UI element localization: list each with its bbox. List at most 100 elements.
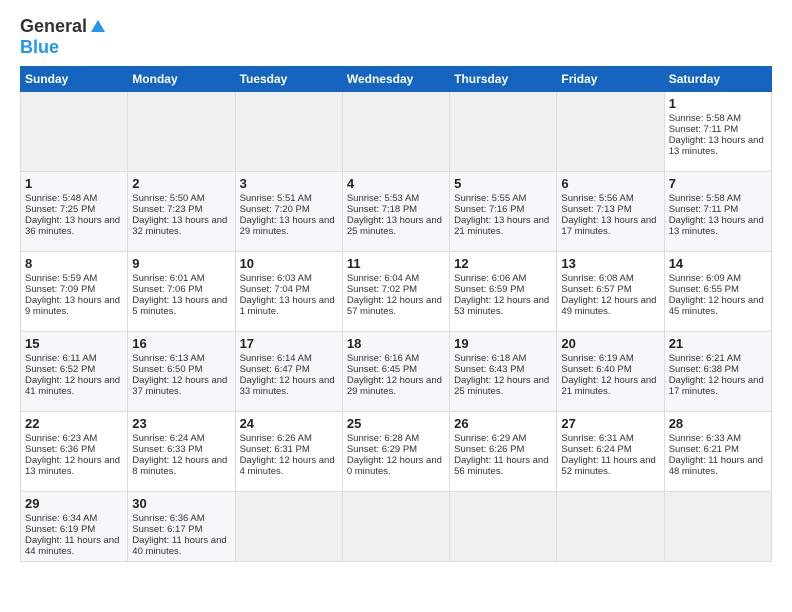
daylight-text: Daylight: 12 hours and 17 minutes. [669, 375, 767, 397]
daylight-text: Daylight: 13 hours and 32 minutes. [132, 215, 230, 237]
calendar-week-row: 15Sunrise: 6:11 AMSunset: 6:52 PMDayligh… [21, 332, 772, 412]
calendar-cell: 7Sunrise: 5:58 AMSunset: 7:11 PMDaylight… [664, 172, 771, 252]
day-header-wednesday: Wednesday [342, 67, 449, 92]
day-number: 23 [132, 416, 230, 431]
sunset-text: Sunset: 7:20 PM [240, 204, 338, 215]
day-number: 4 [347, 176, 445, 191]
calendar-week-row: 1Sunrise: 5:58 AMSunset: 7:11 PMDaylight… [21, 92, 772, 172]
calendar-cell [557, 92, 664, 172]
sunset-text: Sunset: 6:47 PM [240, 364, 338, 375]
calendar-cell: 18Sunrise: 6:16 AMSunset: 6:45 PMDayligh… [342, 332, 449, 412]
day-number: 17 [240, 336, 338, 351]
day-number: 7 [669, 176, 767, 191]
sunset-text: Sunset: 7:04 PM [240, 284, 338, 295]
calendar-cell [235, 492, 342, 562]
calendar-cell: 27Sunrise: 6:31 AMSunset: 6:24 PMDayligh… [557, 412, 664, 492]
sunrise-text: Sunrise: 6:09 AM [669, 273, 767, 284]
sunset-text: Sunset: 6:31 PM [240, 444, 338, 455]
sunset-text: Sunset: 7:11 PM [669, 204, 767, 215]
day-number: 13 [561, 256, 659, 271]
sunset-text: Sunset: 6:19 PM [25, 524, 123, 535]
calendar-cell [128, 92, 235, 172]
sunset-text: Sunset: 6:21 PM [669, 444, 767, 455]
day-number: 1 [669, 96, 767, 111]
daylight-text: Daylight: 11 hours and 56 minutes. [454, 455, 552, 477]
sunset-text: Sunset: 6:45 PM [347, 364, 445, 375]
day-number: 26 [454, 416, 552, 431]
daylight-text: Daylight: 12 hours and 25 minutes. [454, 375, 552, 397]
sunrise-text: Sunrise: 5:58 AM [669, 193, 767, 204]
sunset-text: Sunset: 6:17 PM [132, 524, 230, 535]
sunrise-text: Sunrise: 5:48 AM [25, 193, 123, 204]
calendar-cell: 29Sunrise: 6:34 AMSunset: 6:19 PMDayligh… [21, 492, 128, 562]
daylight-text: Daylight: 13 hours and 17 minutes. [561, 215, 659, 237]
daylight-text: Daylight: 13 hours and 29 minutes. [240, 215, 338, 237]
sunrise-text: Sunrise: 6:14 AM [240, 353, 338, 364]
daylight-text: Daylight: 11 hours and 48 minutes. [669, 455, 767, 477]
calendar-cell [557, 492, 664, 562]
sunset-text: Sunset: 6:24 PM [561, 444, 659, 455]
logo-general-text: General [20, 16, 87, 37]
day-number: 21 [669, 336, 767, 351]
calendar-cell: 26Sunrise: 6:29 AMSunset: 6:26 PMDayligh… [450, 412, 557, 492]
sunset-text: Sunset: 6:40 PM [561, 364, 659, 375]
day-number: 28 [669, 416, 767, 431]
day-header-sunday: Sunday [21, 67, 128, 92]
day-number: 27 [561, 416, 659, 431]
day-header-saturday: Saturday [664, 67, 771, 92]
calendar-week-row: 8Sunrise: 5:59 AMSunset: 7:09 PMDaylight… [21, 252, 772, 332]
daylight-text: Daylight: 12 hours and 21 minutes. [561, 375, 659, 397]
day-number: 25 [347, 416, 445, 431]
sunset-text: Sunset: 7:06 PM [132, 284, 230, 295]
day-header-monday: Monday [128, 67, 235, 92]
calendar-cell: 13Sunrise: 6:08 AMSunset: 6:57 PMDayligh… [557, 252, 664, 332]
sunrise-text: Sunrise: 6:33 AM [669, 433, 767, 444]
calendar-cell: 21Sunrise: 6:21 AMSunset: 6:38 PMDayligh… [664, 332, 771, 412]
calendar-cell: 1Sunrise: 5:48 AMSunset: 7:25 PMDaylight… [21, 172, 128, 252]
sunrise-text: Sunrise: 6:34 AM [25, 513, 123, 524]
day-number: 14 [669, 256, 767, 271]
calendar-cell: 14Sunrise: 6:09 AMSunset: 6:55 PMDayligh… [664, 252, 771, 332]
daylight-text: Daylight: 13 hours and 1 minute. [240, 295, 338, 317]
sunrise-text: Sunrise: 6:23 AM [25, 433, 123, 444]
sunrise-text: Sunrise: 6:28 AM [347, 433, 445, 444]
daylight-text: Daylight: 12 hours and 4 minutes. [240, 455, 338, 477]
sunset-text: Sunset: 6:55 PM [669, 284, 767, 295]
sunset-text: Sunset: 6:38 PM [669, 364, 767, 375]
day-number: 6 [561, 176, 659, 191]
sunset-text: Sunset: 6:52 PM [25, 364, 123, 375]
calendar-header-row: SundayMondayTuesdayWednesdayThursdayFrid… [21, 67, 772, 92]
calendar-cell: 1Sunrise: 5:58 AMSunset: 7:11 PMDaylight… [664, 92, 771, 172]
day-header-thursday: Thursday [450, 67, 557, 92]
sunrise-text: Sunrise: 6:29 AM [454, 433, 552, 444]
sunrise-text: Sunrise: 6:31 AM [561, 433, 659, 444]
calendar-cell: 8Sunrise: 5:59 AMSunset: 7:09 PMDaylight… [21, 252, 128, 332]
daylight-text: Daylight: 12 hours and 53 minutes. [454, 295, 552, 317]
day-header-friday: Friday [557, 67, 664, 92]
day-number: 16 [132, 336, 230, 351]
day-number: 20 [561, 336, 659, 351]
daylight-text: Daylight: 13 hours and 21 minutes. [454, 215, 552, 237]
day-number: 18 [347, 336, 445, 351]
calendar-cell: 20Sunrise: 6:19 AMSunset: 6:40 PMDayligh… [557, 332, 664, 412]
calendar-cell [342, 92, 449, 172]
daylight-text: Daylight: 13 hours and 36 minutes. [25, 215, 123, 237]
sunset-text: Sunset: 6:33 PM [132, 444, 230, 455]
day-number: 11 [347, 256, 445, 271]
calendar-cell [664, 492, 771, 562]
daylight-text: Daylight: 11 hours and 44 minutes. [25, 535, 123, 557]
calendar-cell: 3Sunrise: 5:51 AMSunset: 7:20 PMDaylight… [235, 172, 342, 252]
day-number: 10 [240, 256, 338, 271]
calendar-cell [450, 492, 557, 562]
calendar-cell [450, 92, 557, 172]
sunset-text: Sunset: 7:13 PM [561, 204, 659, 215]
sunset-text: Sunset: 6:43 PM [454, 364, 552, 375]
sunrise-text: Sunrise: 5:53 AM [347, 193, 445, 204]
daylight-text: Daylight: 12 hours and 0 minutes. [347, 455, 445, 477]
sunset-text: Sunset: 7:11 PM [669, 124, 767, 135]
sunrise-text: Sunrise: 6:16 AM [347, 353, 445, 364]
calendar-cell: 2Sunrise: 5:50 AMSunset: 7:23 PMDaylight… [128, 172, 235, 252]
daylight-text: Daylight: 12 hours and 33 minutes. [240, 375, 338, 397]
daylight-text: Daylight: 13 hours and 5 minutes. [132, 295, 230, 317]
sunset-text: Sunset: 6:36 PM [25, 444, 123, 455]
